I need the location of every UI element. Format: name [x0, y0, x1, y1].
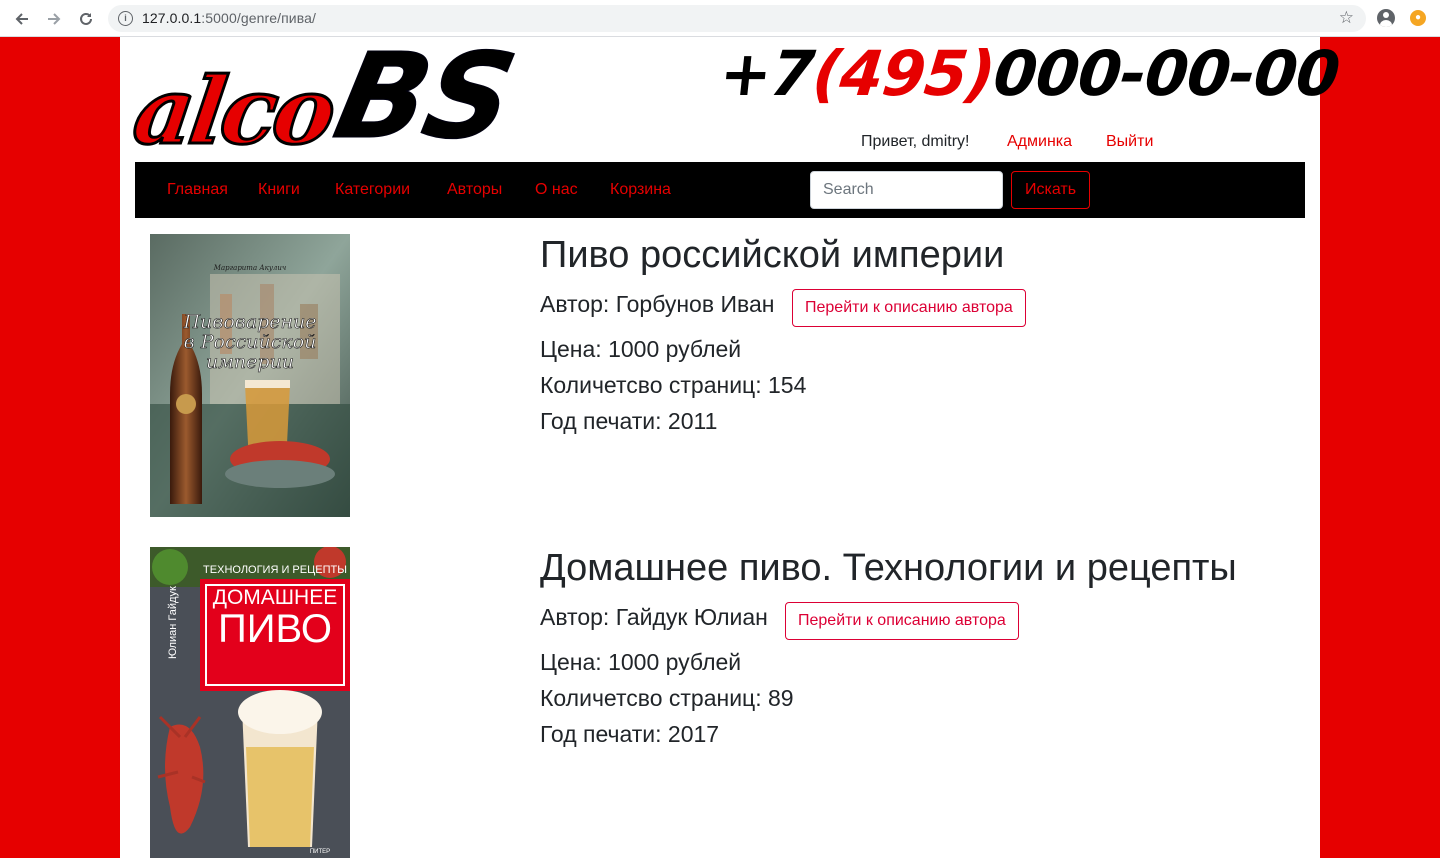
book-pages: Количетсво страниц: 89	[540, 685, 794, 711]
book-cover-image[interactable]: ТЕХНОЛОГИЯ И РЕЦЕПТЫ ДОМАШНЕЕ ПИВО Юлиан…	[150, 547, 350, 858]
book-pages: Количетсво страниц: 154	[540, 372, 807, 398]
author-details-button[interactable]: Перейти к описанию автора	[785, 602, 1019, 640]
book-price: Цена: 1000 рублей	[540, 336, 742, 362]
nav-item-categories[interactable]: Категории	[335, 181, 410, 199]
logout-link[interactable]: Выйти	[1106, 133, 1153, 151]
user-greeting: Привет, dmitry!	[861, 133, 970, 150]
logo-alco-text: alco	[126, 56, 340, 167]
bookmark-star-icon[interactable]: ☆	[1339, 9, 1354, 27]
reload-icon[interactable]	[76, 9, 96, 29]
cover-title-line: империи	[206, 351, 294, 373]
back-arrow-icon[interactable]	[12, 9, 32, 29]
nav-item-books[interactable]: Книги	[258, 181, 300, 199]
cover-top-text: ТЕХНОЛОГИЯ И РЕЦЕПТЫ	[203, 564, 347, 576]
book-title: Пиво российской империи	[540, 234, 1005, 276]
search-button[interactable]: Искать	[1011, 171, 1090, 209]
extension-icon[interactable]: ●	[1410, 10, 1426, 26]
cover-title-line: ДОМАШНЕЕ	[213, 586, 337, 609]
book-year: Год печати: 2011	[540, 408, 718, 434]
browser-toolbar: i 127.0.0.1:5000/genre/пива/ ☆ ●	[0, 0, 1440, 37]
search-input[interactable]	[810, 171, 1003, 209]
admin-link[interactable]: Админка	[1007, 133, 1072, 151]
nav-item-authors[interactable]: Авторы	[447, 181, 502, 199]
cover-title-line: в Российской	[184, 331, 317, 353]
phone-number: +7(495)000-00-00	[716, 37, 1343, 110]
url-text: 127.0.0.1:5000/genre/пива/	[142, 10, 316, 26]
cover-publisher-text: ПИТЕР	[310, 849, 330, 855]
author-details-button[interactable]: Перейти к описанию автора	[792, 289, 1026, 327]
main-navbar: Главная Книги Категории Авторы О нас Кор…	[135, 162, 1305, 218]
cover-author-text: Маргарита Акулич	[213, 264, 286, 272]
book-year: Год печати: 2017	[540, 721, 720, 747]
forward-arrow-icon[interactable]	[44, 9, 64, 29]
book-price: Цена: 1000 рублей	[540, 649, 742, 675]
cover-side-text: Юлиан Гайдук	[167, 586, 179, 659]
book-title: Домашнее пиво. Технологии и рецепты	[540, 547, 1237, 589]
logo-bs-text: BS	[324, 27, 525, 166]
address-bar[interactable]: i 127.0.0.1:5000/genre/пива/ ☆	[108, 5, 1366, 32]
nav-item-about[interactable]: О нас	[535, 181, 578, 199]
site-logo[interactable]: alco BS	[126, 27, 545, 167]
book-author: Автор: Горбунов Иван	[540, 291, 775, 317]
book-author: Автор: Гайдук Юлиан	[540, 604, 768, 630]
profile-avatar-icon[interactable]	[1377, 9, 1395, 27]
cover-title-line: ПИВО	[218, 607, 332, 651]
nav-item-home[interactable]: Главная	[167, 181, 228, 199]
page-container: alco BS +7(495)000-00-00 Привет, dmitry!…	[120, 27, 1342, 858]
cover-title-line: Пивоварение	[182, 311, 316, 333]
book-cover-image[interactable]: Маргарита Акулич Пивоварение в Российско…	[150, 234, 350, 517]
nav-item-cart[interactable]: Корзина	[610, 181, 671, 199]
info-icon[interactable]: i	[118, 11, 133, 26]
book-card: Маргарита Акулич Пивоварение в Российско…	[150, 234, 1290, 524]
book-card: ТЕХНОЛОГИЯ И РЕЦЕПТЫ ДОМАШНЕЕ ПИВО Юлиан…	[150, 547, 1290, 858]
